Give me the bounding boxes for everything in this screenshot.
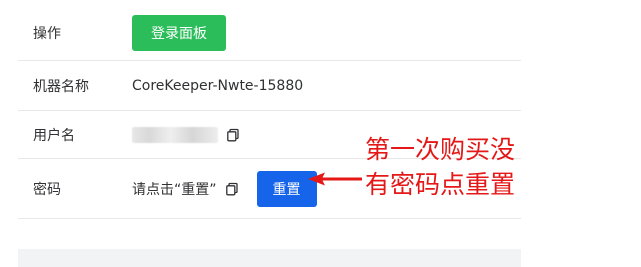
password-hint: 请点击“重置”: [132, 181, 217, 198]
row-machine-name: 机器名称 CoreKeeper-Nwte-15880: [18, 61, 521, 111]
annotation-text: 第一次购买没有密码点重置: [365, 135, 516, 199]
row-action: 操作 登录面板: [18, 6, 521, 61]
copy-icon[interactable]: [226, 128, 240, 142]
username-blurred: [132, 126, 218, 143]
bottom-band: [18, 249, 521, 267]
password-label: 密码: [33, 181, 61, 198]
login-panel-button[interactable]: 登录面板: [132, 15, 226, 51]
machine-name-value: CoreKeeper-Nwte-15880: [132, 77, 304, 94]
username-label: 用户名: [33, 127, 75, 144]
page-root: 操作 登录面板 机器名称 CoreKeeper-Nwte-15880 用户名 密…: [0, 0, 641, 267]
arrow-left-icon: [308, 172, 362, 186]
machine-name-label: 机器名称: [33, 78, 89, 95]
username-value-container: [132, 126, 240, 143]
copy-icon[interactable]: [225, 182, 239, 196]
action-label: 操作: [33, 26, 61, 42]
password-value-container: 请点击“重置” 重置: [132, 170, 317, 207]
action-value: 登录面板: [132, 15, 226, 51]
machine-name-value-container: CoreKeeper-Nwte-15880: [132, 78, 303, 94]
